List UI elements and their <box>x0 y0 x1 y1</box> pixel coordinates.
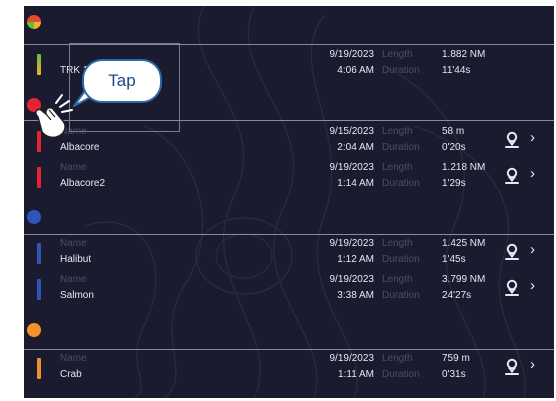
track-duration: 0'20s <box>442 142 466 153</box>
length-label: Length <box>382 126 413 137</box>
track-name: Halibut <box>60 254 92 265</box>
length-label: Length <box>382 162 413 173</box>
track-color-bar <box>37 358 41 379</box>
track-date: 9/15/2023 <box>329 126 375 137</box>
chevron-right-icon[interactable]: › <box>530 129 535 147</box>
group-color-dot <box>27 210 41 224</box>
duration-label: Duration <box>382 65 420 76</box>
track-row[interactable]: Name Albacore2 9/19/2023 1:14 AM Length Durat… <box>24 159 554 195</box>
name-label: Name <box>60 274 87 285</box>
map-pin-icon[interactable] <box>504 167 520 185</box>
track-length: 1.425 NM <box>442 238 486 249</box>
tap-hand-icon <box>35 94 73 139</box>
duration-label: Duration <box>382 142 420 153</box>
track-name: Albacore2 <box>60 178 106 189</box>
chevron-right-icon[interactable]: › <box>530 165 535 183</box>
duration-label: Duration <box>382 290 420 301</box>
track-row[interactable]: Name Crab 9/19/2023 1:11 AM Length Duration 75… <box>24 350 554 386</box>
group-color-dot <box>27 323 41 337</box>
duration-label: Duration <box>382 369 420 380</box>
track-time: 1:11 AM <box>338 369 374 380</box>
group-separator <box>24 44 554 45</box>
track-time: 1:14 AM <box>337 178 374 189</box>
track-duration: 24'27s <box>442 290 472 301</box>
track-date: 9/19/2023 <box>329 162 375 173</box>
map-pin-icon[interactable] <box>504 358 520 376</box>
length-label: Length <box>382 49 413 60</box>
track-color-bar <box>37 167 41 188</box>
track-length: 3.799 NM <box>442 274 486 285</box>
track-name: Albacore <box>60 142 100 153</box>
name-label: Name <box>60 353 87 364</box>
track-length: 759 m <box>442 353 470 364</box>
track-date: 9/19/2023 <box>329 353 375 364</box>
track-row[interactable]: Name Halibut 9/19/2023 1:12 AM Length Duratio… <box>24 235 554 271</box>
track-duration: 0'31s <box>442 369 466 380</box>
track-length: 1.882 NM <box>442 49 486 60</box>
duration-label: Duration <box>382 178 420 189</box>
track-row[interactable]: Name Albacore 9/15/2023 2:04 AM Length Durati… <box>24 123 554 159</box>
track-time: 1:12 AM <box>337 254 374 265</box>
track-color-bar <box>37 54 41 75</box>
track-date: 9/19/2023 <box>329 274 375 285</box>
name-label: Name <box>60 162 87 173</box>
length-label: Length <box>382 238 413 249</box>
track-duration: 11'44s <box>442 65 471 76</box>
track-length: 58 m <box>442 126 465 137</box>
tap-callout: Tap <box>82 59 162 103</box>
track-name: Salmon <box>60 290 94 301</box>
group-separator <box>24 120 554 121</box>
track-time: 4:06 AM <box>337 65 374 76</box>
track-date: 9/19/2023 <box>329 238 375 249</box>
group-color-dot <box>27 15 41 29</box>
map-pin-icon[interactable] <box>504 131 520 149</box>
length-label: Length <box>382 274 413 285</box>
map-pin-icon[interactable] <box>504 279 520 297</box>
track-duration: 1'29s <box>442 178 466 189</box>
track-date: 9/19/2023 <box>329 49 375 60</box>
chevron-right-icon[interactable]: › <box>530 241 535 259</box>
name-label: Name <box>60 238 87 249</box>
map-pin-icon[interactable] <box>504 243 520 261</box>
track-duration: 1'45s <box>442 254 466 265</box>
chevron-right-icon[interactable]: › <box>530 277 535 295</box>
track-color-bar <box>37 243 41 264</box>
length-label: Length <box>382 353 413 364</box>
track-name: Crab <box>60 369 82 380</box>
track-row[interactable]: Name Salmon 9/19/2023 3:38 AM Length Duration… <box>24 271 554 307</box>
track-time: 2:04 AM <box>337 142 374 153</box>
track-length: 1.218 NM <box>442 162 486 173</box>
duration-label: Duration <box>382 254 420 265</box>
chevron-right-icon[interactable]: › <box>530 356 535 374</box>
track-time: 3:38 AM <box>337 290 374 301</box>
track-color-bar <box>37 279 41 300</box>
